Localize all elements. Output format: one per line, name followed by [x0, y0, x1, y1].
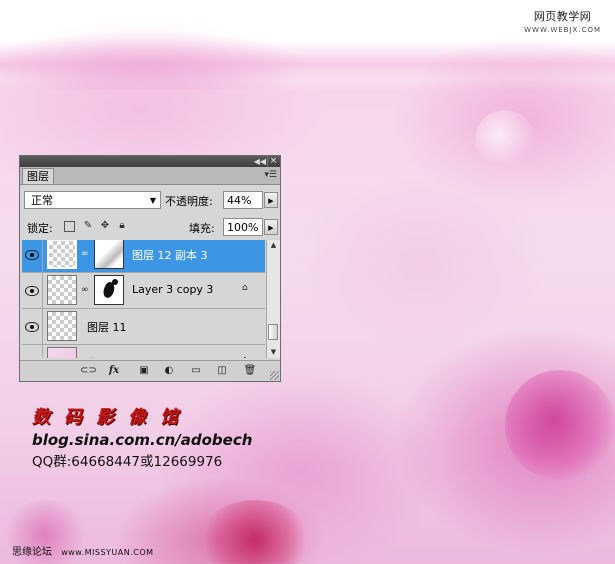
layer-row[interactable]: 图层 11 — [22, 309, 265, 345]
new-layer-icon[interactable]: ◫ — [214, 364, 230, 378]
scroll-up-icon[interactable]: ▲ — [267, 240, 280, 251]
fill-slider-button[interactable]: ▶ — [264, 219, 278, 235]
visibility-toggle[interactable] — [22, 273, 43, 308]
layer-mask-thumbnail[interactable] — [94, 240, 124, 269]
watermark-qq: QQ群:64668447或12669976 — [32, 454, 223, 470]
layer-thumbnail — [47, 240, 77, 269]
visibility-toggle[interactable] — [22, 345, 43, 358]
blend-mode-select[interactable]: 正常 ▼ — [24, 191, 161, 209]
watermark-top: 网页教学网 WWW.WEBJX.COM — [524, 8, 601, 34]
opacity-slider-button[interactable]: ▶ — [264, 192, 278, 208]
lock-position-icon[interactable]: ✥ — [99, 220, 111, 232]
layer-thumbnail — [47, 275, 77, 305]
watermark-chinese-title: 数码影像馆 — [32, 407, 192, 428]
watermark-mid: 数码影像馆 blog.sina.com.cn/adobech QQ群:64668… — [32, 403, 252, 470]
opacity-label: 不透明度: — [165, 195, 213, 208]
eye-icon — [25, 322, 39, 332]
chevron-down-icon: ▼ — [149, 196, 156, 205]
close-icon[interactable]: × — [267, 156, 279, 166]
lock-icon: ⌂ — [242, 355, 251, 358]
layer-list: ∞ 图层 12 副本 3 ∞ Layer 3 copy 3 ⌂ 图层 11 背景… — [22, 240, 265, 358]
fx-icon[interactable]: fx — [106, 364, 122, 378]
layer-thumbnail — [47, 347, 77, 358]
watermark-blog-url: blog.sina.com.cn/adobech — [32, 431, 253, 449]
layer-name: Layer 3 copy 3 — [132, 283, 214, 296]
visibility-toggle[interactable] — [22, 240, 43, 272]
link-mask-icon[interactable]: ∞ — [81, 284, 89, 296]
lock-pixels-icon[interactable]: ✎ — [82, 220, 94, 232]
eye-icon — [25, 250, 39, 260]
layer-name: 图层 11 — [87, 321, 127, 334]
lock-all-icon[interactable]: 🔒︎ — [116, 220, 128, 232]
fill-field[interactable]: 100% — [223, 218, 263, 236]
fill-label: 填充: — [189, 222, 215, 235]
link-icon[interactable]: ⊂⊃ — [80, 364, 97, 378]
layer-row[interactable]: 背景 ⌂ — [22, 345, 265, 358]
watermark-top-title: 网页教学网 — [533, 10, 592, 23]
watermark-bottom-text: 思缘论坛 — [12, 547, 52, 558]
lock-icon: ⌂ — [242, 283, 248, 293]
layer-list-scrollbar[interactable]: ▲ ▼ — [266, 240, 280, 358]
panel-menu-icon[interactable]: ▾☰ — [264, 170, 277, 180]
layer-name: 背景 — [87, 355, 109, 358]
adjustment-icon[interactable]: ◐ — [161, 364, 177, 378]
scrollbar-thumb[interactable] — [268, 324, 278, 340]
opacity-field[interactable]: 44% — [223, 191, 263, 209]
mask-icon[interactable]: ▣ — [136, 364, 152, 378]
layer-name: 图层 12 副本 3 — [132, 249, 208, 262]
link-mask-icon[interactable]: ∞ — [81, 248, 89, 260]
panel-titlebar: ◀◀ × — [20, 156, 280, 167]
lock-label: 锁定: — [27, 222, 53, 235]
blend-row: 正常 ▼ 不透明度: 44% ▶ — [24, 191, 278, 211]
blend-mode-value: 正常 — [31, 194, 53, 207]
panel-tabbar: 图层 ▾☰ — [20, 167, 280, 185]
scroll-down-icon[interactable]: ▼ — [267, 347, 280, 358]
layer-mask-thumbnail[interactable] — [94, 275, 124, 305]
collapse-icon[interactable]: ◀◀ — [254, 156, 266, 167]
layer-row[interactable]: ∞ 图层 12 副本 3 — [22, 240, 265, 273]
resize-grip[interactable] — [270, 371, 279, 380]
folder-icon[interactable]: ▭ — [188, 364, 204, 378]
watermark-bottom: 思缘论坛 www.MISSYUAN.COM — [12, 543, 154, 558]
layers-panel: ◀◀ × 图层 ▾☰ 正常 ▼ 不透明度: 44% ▶ 锁定: ✎ ✥ 🔒︎ 填… — [19, 155, 281, 382]
watermark-bottom-url: www.MISSYUAN.COM — [61, 548, 154, 557]
visibility-toggle[interactable] — [22, 309, 43, 344]
lock-transparency-icon[interactable] — [64, 221, 75, 232]
lock-row: 锁定: ✎ ✥ 🔒︎ 填充: 100% ▶ — [24, 218, 278, 238]
panel-footer: ⊂⊃ fx ▣ ◐ ▭ ◫ 🗑︎ — [20, 360, 280, 381]
trash-icon[interactable]: 🗑︎ — [242, 364, 258, 378]
layer-thumbnail — [47, 311, 77, 341]
layer-row[interactable]: ∞ Layer 3 copy 3 ⌂ — [22, 273, 265, 309]
eye-icon — [25, 286, 39, 296]
tab-layers[interactable]: 图层 — [22, 168, 54, 184]
watermark-top-url: WWW.WEBJX.COM — [524, 26, 601, 34]
